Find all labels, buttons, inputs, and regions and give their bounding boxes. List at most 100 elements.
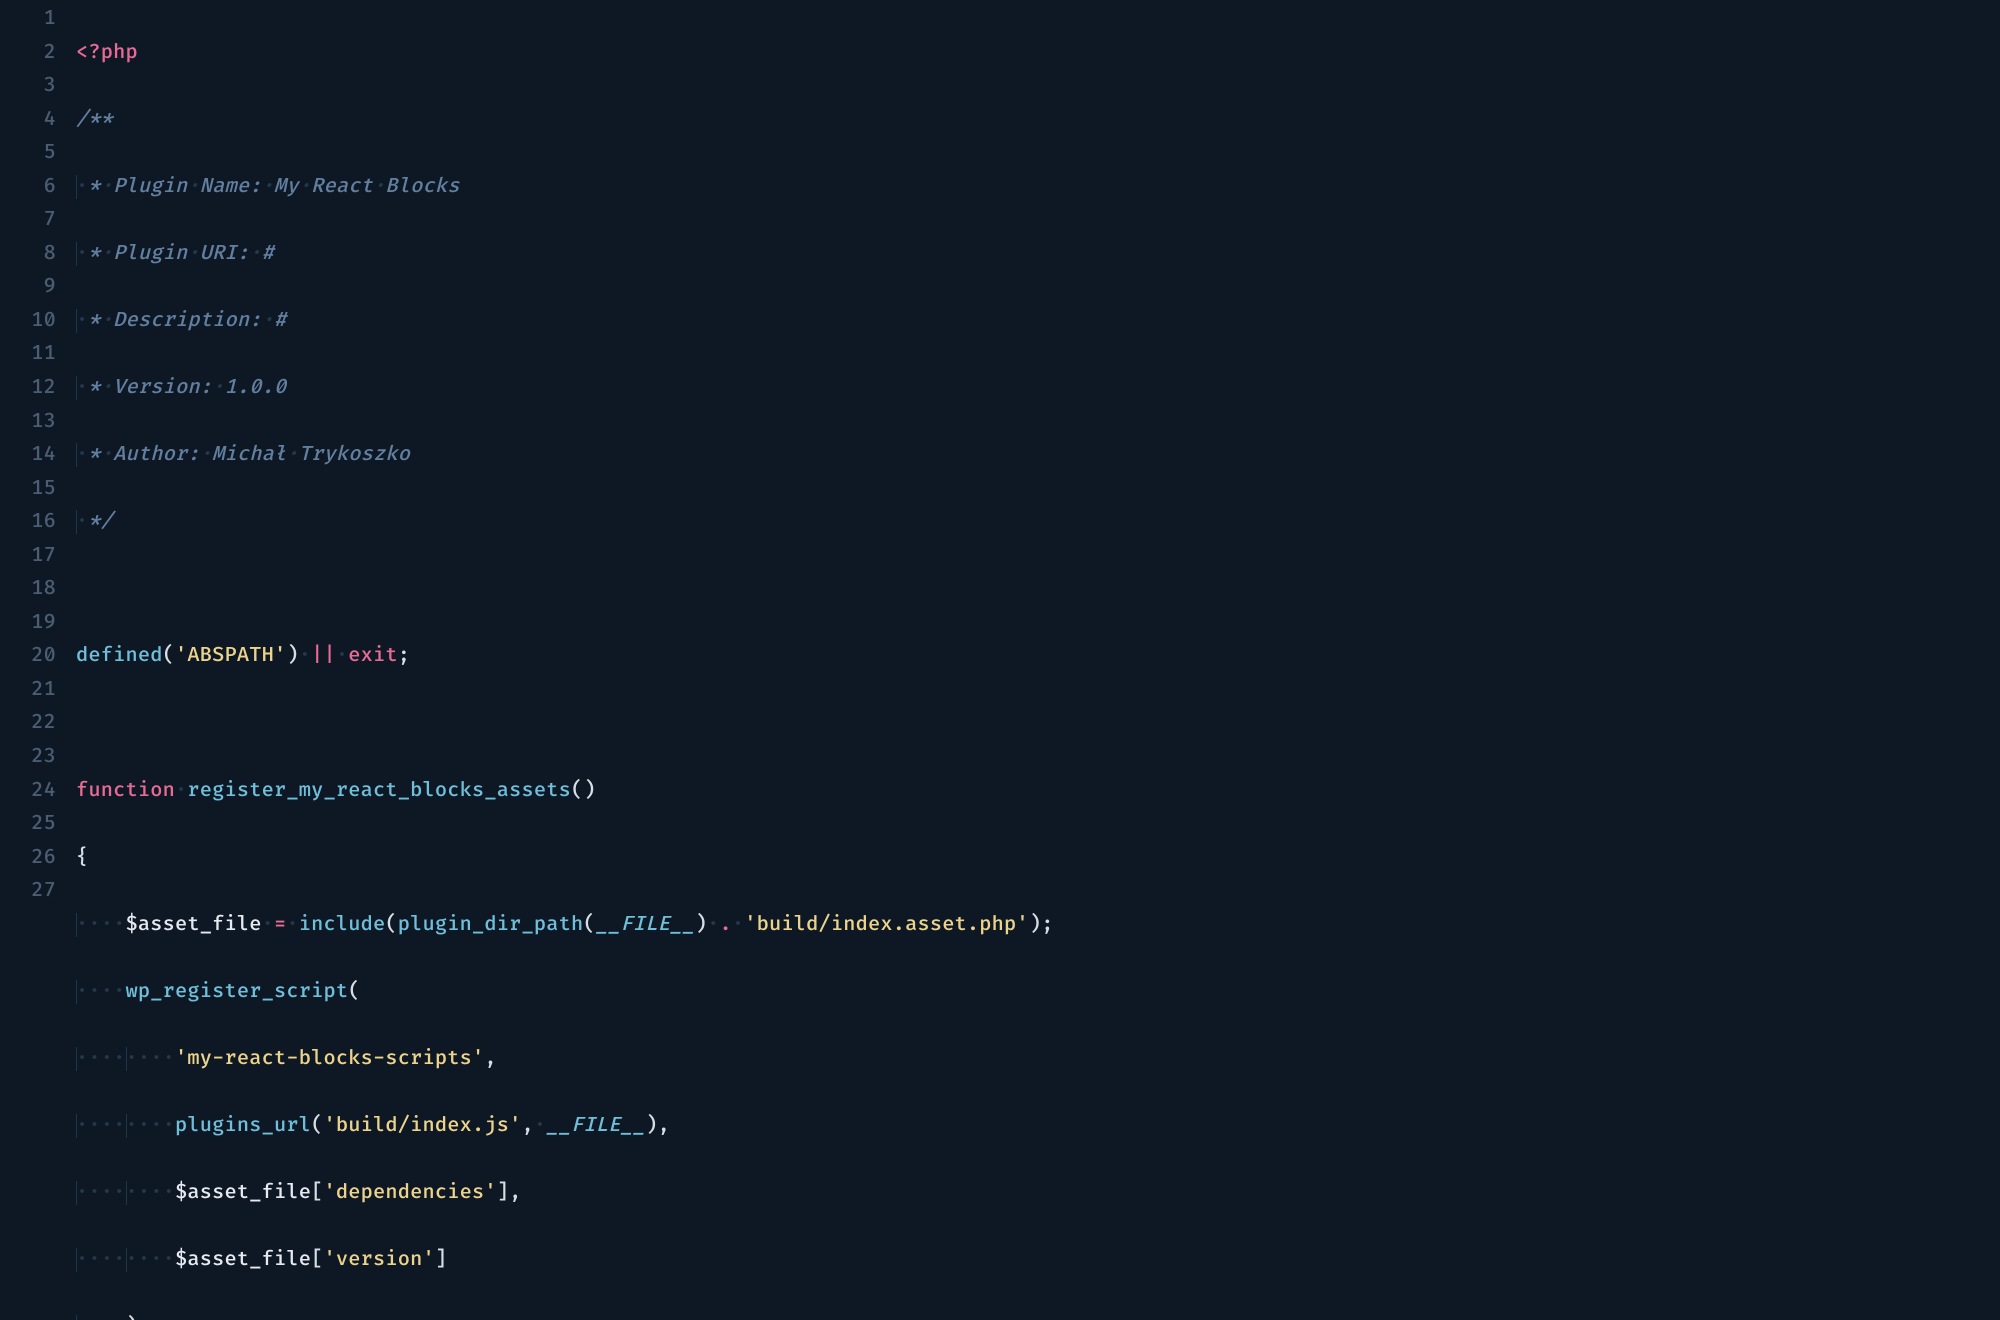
- whitespace: ····: [76, 913, 126, 937]
- comment: *·Version:·1.0.0: [88, 376, 286, 400]
- whitespace: ····: [126, 1248, 176, 1272]
- code-line[interactable]: ········$asset_file['dependencies'],: [76, 1177, 2000, 1211]
- function-call: include: [299, 913, 386, 937]
- whitespace: ·: [76, 510, 88, 534]
- gutter: 1 2 3 4 5 6 7 8 9 10 11 12 13 14 15 16 1…: [0, 3, 76, 1320]
- line-number: 23: [0, 741, 56, 775]
- string: 'my-react-blocks-scripts': [175, 1047, 484, 1071]
- whitespace: ····: [126, 1114, 176, 1138]
- whitespace: ·: [732, 913, 744, 937]
- comment: *·Plugin·Name:·My·React·Blocks: [88, 175, 459, 199]
- punct: (: [163, 644, 175, 668]
- line-number: 8: [0, 238, 56, 272]
- keyword: function: [76, 779, 175, 803]
- constant: __FILE__: [546, 1114, 645, 1138]
- code-line[interactable]: ····);: [76, 1311, 2000, 1320]
- code-line[interactable]: ····wp_register_script(: [76, 976, 2000, 1010]
- whitespace: ····: [76, 1047, 126, 1071]
- whitespace: ·: [262, 913, 274, 937]
- line-number: 1: [0, 3, 56, 37]
- punct: ,: [658, 1114, 670, 1138]
- code-line[interactable]: ········plugins_url('build/index.js',·__…: [76, 1110, 2000, 1144]
- whitespace: ·: [76, 175, 88, 199]
- code-line[interactable]: function·register_my_react_blocks_assets…: [76, 775, 2000, 809]
- whitespace: ·: [299, 644, 311, 668]
- whitespace: ····: [126, 1047, 176, 1071]
- variable: $asset_file: [175, 1248, 311, 1272]
- line-number: 4: [0, 104, 56, 138]
- comment: /**: [76, 108, 113, 132]
- punct: ,: [509, 1181, 521, 1205]
- punct: [: [311, 1248, 323, 1272]
- punct: ,: [484, 1047, 496, 1071]
- punct: ): [583, 779, 595, 803]
- variable: $asset_file: [126, 913, 262, 937]
- punct: ): [695, 913, 707, 937]
- punct: ]: [497, 1181, 509, 1205]
- punct: [: [311, 1181, 323, 1205]
- line-number: 17: [0, 540, 56, 574]
- string: 'build/index.asset.php': [744, 913, 1029, 937]
- line-number: 22: [0, 707, 56, 741]
- line-number: 14: [0, 439, 56, 473]
- operator: =: [274, 913, 286, 937]
- line-number: 15: [0, 473, 56, 507]
- operator: .: [719, 913, 731, 937]
- whitespace: ····: [76, 1315, 126, 1320]
- code-line[interactable]: ·*·Description:·#: [76, 305, 2000, 339]
- code-line[interactable]: ········$asset_file['version']: [76, 1244, 2000, 1278]
- line-number: 16: [0, 506, 56, 540]
- whitespace: ·: [76, 309, 88, 333]
- punct: {: [76, 846, 88, 870]
- code-line[interactable]: ········'my-react-blocks-scripts',: [76, 1043, 2000, 1077]
- code-area[interactable]: <?php /** ·*·Plugin·Name:·My·React·Block…: [76, 3, 2000, 1320]
- code-line[interactable]: <?php: [76, 37, 2000, 71]
- whitespace: ·: [76, 242, 88, 266]
- line-number: 7: [0, 204, 56, 238]
- comment: *·Plugin·URI:·#: [88, 242, 274, 266]
- punct: (: [571, 779, 583, 803]
- punct: ): [286, 644, 298, 668]
- line-number: 11: [0, 338, 56, 372]
- whitespace: ·: [336, 644, 348, 668]
- code-line[interactable]: ·*·Plugin·Name:·My·React·Blocks: [76, 171, 2000, 205]
- string: 'version': [323, 1248, 434, 1272]
- function-call: plugin_dir_path: [398, 913, 584, 937]
- punct: ): [645, 1114, 657, 1138]
- code-line[interactable]: {: [76, 842, 2000, 876]
- line-number: 24: [0, 775, 56, 809]
- line-number: 27: [0, 875, 56, 909]
- code-line[interactable]: ·*·Author:·Michał·Trykoszko: [76, 439, 2000, 473]
- function-call: plugins_url: [175, 1114, 311, 1138]
- variable: $asset_file: [175, 1181, 311, 1205]
- comment: *·Author:·Michał·Trykoszko: [88, 443, 410, 467]
- code-line[interactable]: [76, 707, 2000, 741]
- function-call: defined: [76, 644, 163, 668]
- whitespace: ·: [534, 1114, 546, 1138]
- constant: __FILE__: [596, 913, 695, 937]
- line-number: 21: [0, 674, 56, 708]
- code-line[interactable]: ·*·Plugin·URI:·#: [76, 238, 2000, 272]
- whitespace: ····: [76, 1114, 126, 1138]
- punct: (: [311, 1114, 323, 1138]
- code-line[interactable]: [76, 573, 2000, 607]
- code-line[interactable]: ····$asset_file·=·include(plugin_dir_pat…: [76, 909, 2000, 943]
- punct: ;: [138, 1315, 150, 1320]
- code-editor[interactable]: 1 2 3 4 5 6 7 8 9 10 11 12 13 14 15 16 1…: [0, 0, 2000, 1320]
- line-number: 10: [0, 305, 56, 339]
- whitespace: ····: [126, 1181, 176, 1205]
- code-line[interactable]: ·*/: [76, 506, 2000, 540]
- whitespace: ····: [76, 1248, 126, 1272]
- punct: ): [1029, 913, 1041, 937]
- punct: (: [385, 913, 397, 937]
- php-open-tag: <?php: [76, 41, 138, 65]
- punct: ,: [521, 1114, 533, 1138]
- code-line[interactable]: /**: [76, 104, 2000, 138]
- line-number: 2: [0, 37, 56, 71]
- code-line[interactable]: defined('ABSPATH')·||·exit;: [76, 640, 2000, 674]
- line-number: 19: [0, 607, 56, 641]
- punct: ]: [435, 1248, 447, 1272]
- whitespace: ····: [76, 980, 126, 1004]
- operator: ||: [311, 644, 336, 668]
- code-line[interactable]: ·*·Version:·1.0.0: [76, 372, 2000, 406]
